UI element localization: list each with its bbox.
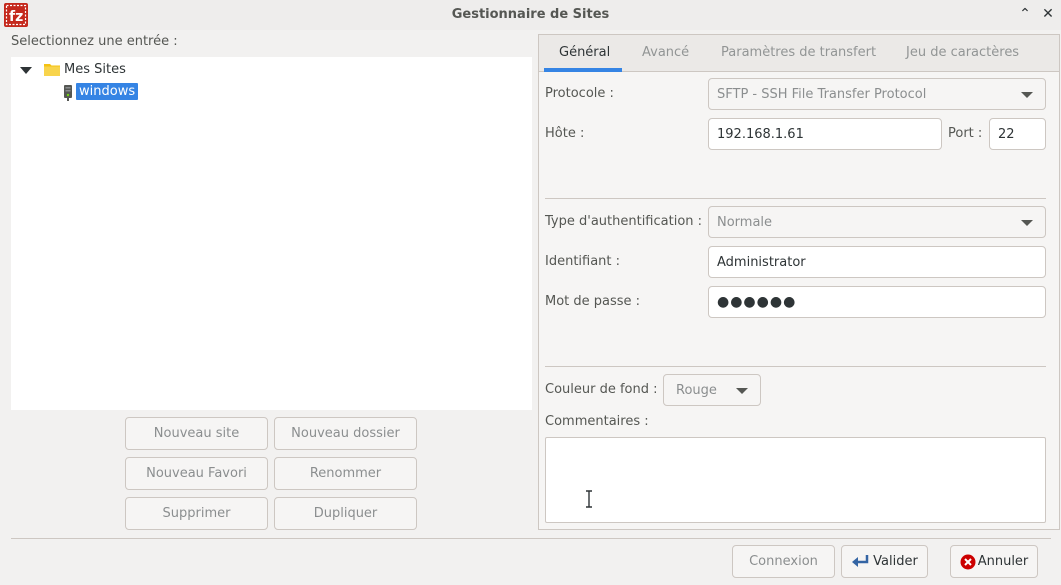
active-tab-indicator	[544, 68, 622, 72]
chevron-down-icon	[1021, 92, 1033, 98]
tab-charset[interactable]: Jeu de caractères	[906, 45, 1019, 60]
title-bar: fz Gestionnaire de Sites ⌃ ✕	[0, 0, 1061, 30]
tree-root-my-sites[interactable]: Mes Sites	[64, 62, 126, 77]
cancel-icon	[960, 554, 976, 569]
password-input[interactable]: ●●●●●●	[708, 286, 1046, 318]
duplicate-button[interactable]: Dupliquer	[274, 497, 417, 530]
separator	[545, 366, 1046, 367]
minimize-icon[interactable]: ⌃	[1016, 5, 1034, 23]
cancel-button-label: Annuler	[977, 554, 1029, 569]
rename-button[interactable]: Renommer	[274, 457, 417, 490]
tab-general[interactable]: Général	[559, 45, 610, 60]
tree-expander-icon[interactable]	[20, 59, 32, 81]
protocol-value: SFTP - SSH File Transfer Protocol	[717, 86, 927, 102]
new-site-button[interactable]: Nouveau site	[125, 417, 268, 450]
auth-type-select[interactable]: Normale	[708, 206, 1046, 238]
host-input[interactable]: 192.168.1.61	[708, 118, 942, 150]
tab-transfer-settings[interactable]: Paramètres de transfert	[721, 45, 876, 60]
comments-label: Commentaires :	[545, 414, 649, 429]
password-label: Mot de passe :	[545, 294, 641, 309]
auth-type-label: Type d'authentification :	[545, 214, 703, 229]
protocol-label: Protocole :	[545, 86, 614, 101]
port-label: Port :	[948, 126, 983, 141]
tree-item-windows[interactable]: windows	[76, 83, 139, 100]
enter-arrow-icon	[852, 554, 869, 567]
username-label: Identifiant :	[545, 254, 621, 269]
server-icon	[64, 85, 72, 101]
cancel-button[interactable]: Annuler	[950, 545, 1038, 578]
footer-separator	[11, 538, 1051, 539]
close-icon[interactable]: ✕	[1039, 5, 1057, 23]
username-input[interactable]: Administrator	[708, 246, 1046, 278]
chevron-down-icon	[1021, 220, 1033, 226]
connect-button[interactable]: Connexion	[732, 545, 835, 578]
bg-color-value: Rouge	[676, 382, 717, 398]
ok-button[interactable]: Valider	[841, 545, 928, 578]
separator	[545, 198, 1046, 199]
bg-color-select[interactable]: Rouge	[663, 374, 761, 406]
host-label: Hôte :	[545, 126, 585, 141]
new-folder-button[interactable]: Nouveau dossier	[274, 417, 417, 450]
window-title: Gestionnaire de Sites	[451, 7, 610, 22]
text-cursor-icon	[586, 490, 592, 508]
tab-advanced[interactable]: Avancé	[642, 45, 689, 60]
protocol-select[interactable]: SFTP - SSH File Transfer Protocol	[708, 78, 1046, 110]
port-input[interactable]: 22	[989, 118, 1046, 150]
folder-icon	[44, 64, 60, 76]
settings-tabs: Général Avancé Paramètres de transfert J…	[539, 35, 1059, 72]
select-entry-label: Selectionnez une entrée :	[11, 34, 178, 49]
new-bookmark-button[interactable]: Nouveau Favori	[125, 457, 268, 490]
chevron-down-icon	[736, 388, 748, 394]
bg-color-label: Couleur de fond :	[545, 382, 658, 397]
comments-textarea[interactable]	[545, 437, 1046, 523]
site-tree[interactable]: Mes Sites windows	[11, 57, 532, 410]
auth-type-value: Normale	[717, 214, 773, 230]
ok-button-label: Valider	[873, 554, 918, 569]
delete-button[interactable]: Supprimer	[125, 497, 268, 530]
